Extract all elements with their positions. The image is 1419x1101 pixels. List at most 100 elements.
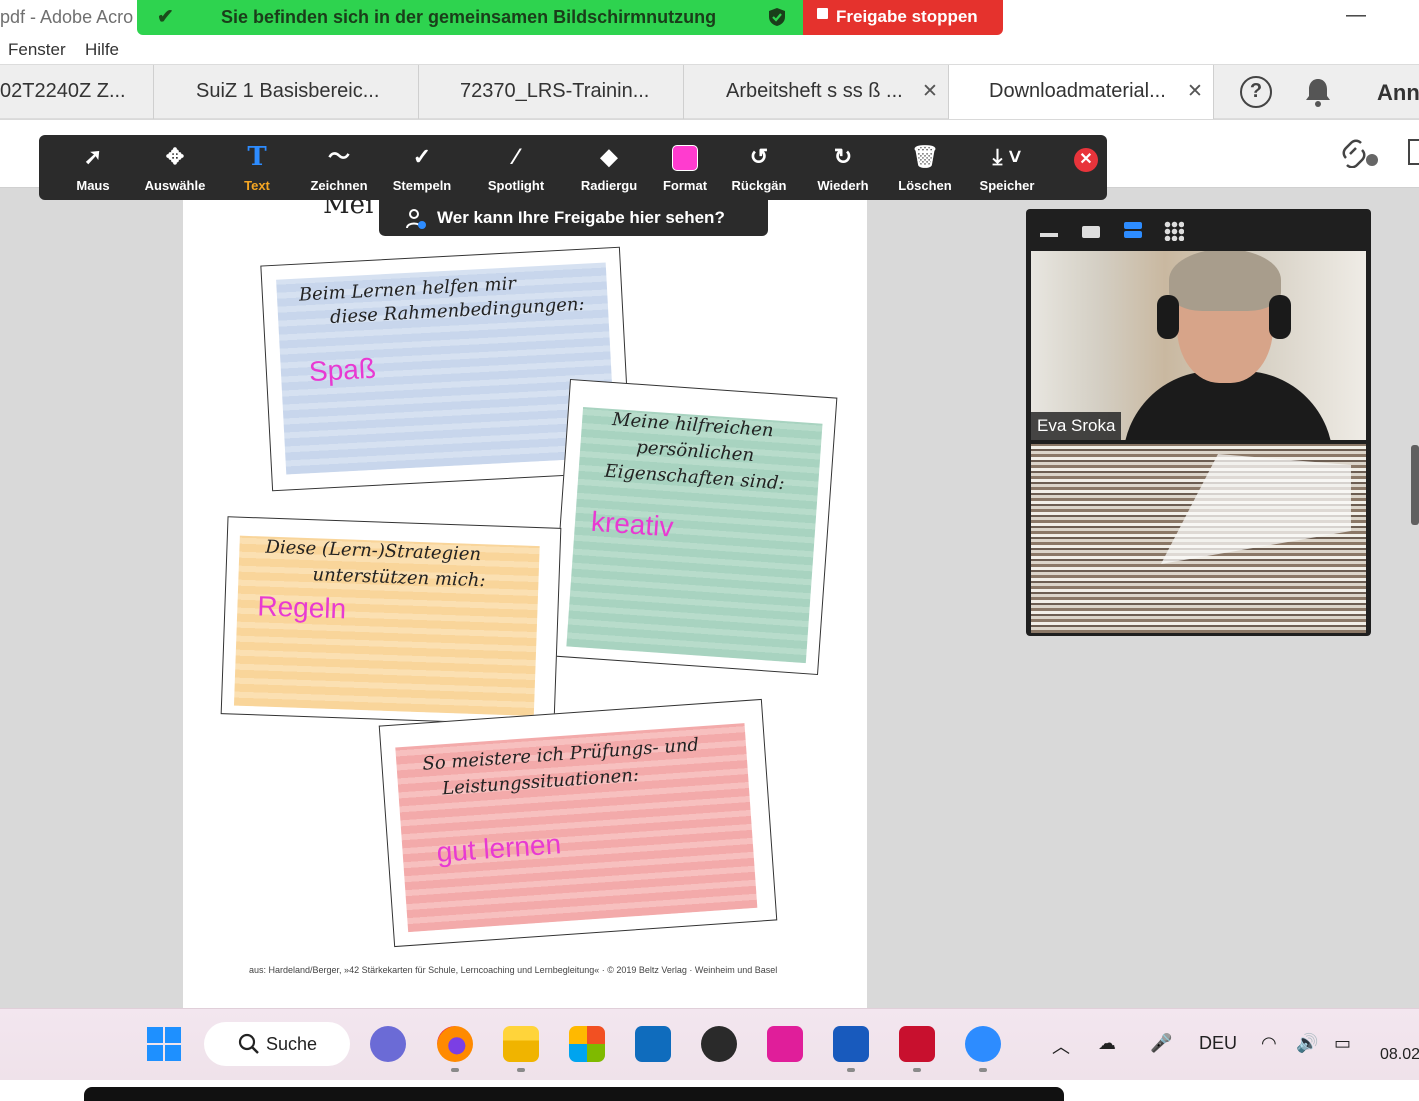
format-icon <box>649 143 721 172</box>
windows-start-icon[interactable] <box>146 1026 182 1062</box>
annotation-toolbar: ➚ Maus ✥ Auswähle T Text 〜 Zeichnen ✓ St… <box>39 135 1107 200</box>
close-annotation-icon[interactable]: ✕ <box>1074 148 1098 172</box>
headset-icon <box>1157 295 1179 339</box>
microphone-icon[interactable]: 🎤 <box>1150 1033 1172 1054</box>
tool-rueckgaengig[interactable]: ↺ Rückgän <box>721 135 797 200</box>
text-icon: T <box>247 142 267 172</box>
tab-close-icon[interactable]: ✕ <box>1187 80 1203 103</box>
card-strategien: Diese (Lern-)Strategien unterstützen mic… <box>220 516 562 726</box>
footer-credit: aus: Hardeland/Berger, »42 Stärkekarten … <box>249 965 778 975</box>
redo-icon: ↻ <box>833 144 853 169</box>
camera-app-icon[interactable] <box>701 1026 737 1062</box>
tool-text[interactable]: T Text <box>217 135 297 200</box>
tool-stempeln[interactable]: ✓ Stempeln <box>381 135 463 200</box>
tab-3[interactable]: Arbeitsheft s ss ß ... ✕ <box>684 65 949 119</box>
search-label: Suche <box>266 1034 318 1054</box>
file-explorer-icon[interactable] <box>503 1026 539 1062</box>
spotlight-icon: ⁄ <box>514 144 518 169</box>
trash-icon: 🗑 <box>911 144 939 169</box>
tab-0[interactable]: 02T2240Z Z... <box>0 65 154 119</box>
mail-icon[interactable] <box>1408 138 1419 166</box>
tool-label: Spotlight <box>487 178 545 193</box>
card-answer[interactable]: kreativ <box>590 506 674 544</box>
shield-check-icon <box>769 8 785 26</box>
card-answer[interactable]: Regeln <box>257 590 347 625</box>
tab-4[interactable]: Downloadmaterial... ✕ <box>949 65 1214 119</box>
tool-zeichnen[interactable]: 〜 Zeichnen <box>297 135 381 200</box>
menu-bar: Fenster Hilfe <box>0 36 1419 64</box>
tool-maus[interactable]: ➚ Maus <box>53 135 133 200</box>
wifi-icon[interactable]: ◠ <box>1261 1033 1277 1054</box>
tool-label: Speicher <box>979 178 1035 193</box>
minimize-button[interactable]: — <box>1346 4 1366 27</box>
taskbar-search[interactable]: Suche <box>204 1022 350 1066</box>
tab-label: SuiZ 1 Basisbereic... <box>196 80 380 102</box>
tab-label: 02T2240Z Z... <box>0 80 126 102</box>
video-glare <box>1161 454 1351 564</box>
battery-icon[interactable]: ▭ <box>1334 1033 1351 1054</box>
tool-format[interactable]: Format <box>649 135 721 200</box>
stop-icon <box>817 8 828 19</box>
language-indicator[interactable]: DEU <box>1199 1033 1237 1054</box>
tool-spotlight[interactable]: ⁄ Spotlight <box>471 135 561 200</box>
onedrive-icon[interactable]: ☁ <box>1098 1033 1116 1054</box>
bell-icon[interactable] <box>1303 76 1333 108</box>
menu-fenster[interactable]: Fenster <box>8 40 66 60</box>
stop-share-label: Freigabe stoppen <box>836 7 978 26</box>
tool-label: Auswähle <box>144 178 206 193</box>
tool-auswaehle[interactable]: ✥ Auswähle <box>133 135 217 200</box>
zoom-icon[interactable] <box>965 1026 1001 1062</box>
card-answer[interactable]: Spaß <box>308 353 377 388</box>
self-video[interactable] <box>1031 444 1366 633</box>
tab-label: Arbeitsheft s ss ß ... <box>726 80 903 102</box>
participant-name-tag: Eva Sroka <box>1031 412 1121 440</box>
mail-app-icon[interactable] <box>635 1026 671 1062</box>
app-title: pdf - Adobe Acro <box>0 7 134 27</box>
check-icon: ✔ <box>157 6 174 28</box>
volume-icon[interactable]: 🔊 <box>1296 1033 1318 1054</box>
card-pruefungssituationen: So meistere ich Prüfungs- und Leistungss… <box>378 698 778 948</box>
eraser-icon: ◆ <box>600 144 618 169</box>
tab-bar: 02T2240Z Z... SuiZ 1 Basisbereic... 7237… <box>0 64 1419 119</box>
menu-hilfe[interactable]: Hilfe <box>85 40 119 60</box>
who-sees-share-button[interactable]: Wer kann Ihre Freigabe hier sehen? <box>379 200 768 236</box>
firefox-icon[interactable] <box>437 1026 473 1062</box>
tool-label: Maus <box>76 178 110 193</box>
video-figure-hair <box>1169 251 1281 311</box>
teams-chat-icon[interactable] <box>370 1026 406 1062</box>
word-icon[interactable] <box>833 1026 869 1062</box>
tool-radiergummi[interactable]: ◆ Radiergu <box>569 135 649 200</box>
bottom-strip <box>0 1080 1419 1101</box>
store-icon[interactable] <box>569 1026 605 1062</box>
help-icon[interactable]: ? <box>1240 76 1272 108</box>
tab-close-icon[interactable]: ✕ <box>922 80 938 103</box>
share-banner-text: Sie befinden sich in der gemeinsamen Bil… <box>221 7 717 27</box>
tool-wiederholen[interactable]: ↻ Wiederh <box>803 135 883 200</box>
tab-1[interactable]: SuiZ 1 Basisbereic... <box>154 65 419 119</box>
gallery-view-icon[interactable] <box>1164 221 1184 241</box>
running-indicator <box>517 1068 525 1072</box>
card-eigenschaften: Meine hilfreichen persönlichen Eigenscha… <box>550 378 838 676</box>
link-icon[interactable] <box>1342 136 1380 168</box>
stack-view-icon[interactable] <box>1124 222 1142 229</box>
tool-label: Löschen <box>898 178 952 193</box>
stop-share-button[interactable]: Freigabe stoppen <box>803 0 1003 35</box>
tab-2[interactable]: 72370_LRS-Trainin... <box>419 65 684 119</box>
acrobat-icon[interactable] <box>899 1026 935 1062</box>
minimize-video-icon[interactable] <box>1040 233 1058 237</box>
tool-label: Rückgän <box>731 178 787 193</box>
slack-icon[interactable] <box>767 1026 803 1062</box>
tool-loeschen[interactable]: 🗑 Löschen <box>885 135 965 200</box>
running-indicator <box>451 1068 459 1072</box>
share-banner: ✔ Sie befinden sich in der gemeinsamen B… <box>137 0 803 35</box>
tool-speichern[interactable]: ⤓ ˅ Speicher <box>967 135 1047 200</box>
tray-expand-icon[interactable]: ︿ <box>1052 1033 1070 1059</box>
video-panel-header <box>1026 209 1371 251</box>
clock-date[interactable]: 08.02 <box>1380 1046 1419 1064</box>
stack-view-icon <box>1124 231 1142 238</box>
user-name[interactable]: Ann <box>1377 80 1419 106</box>
scrollbar-thumb[interactable] <box>1411 445 1419 525</box>
single-view-icon[interactable] <box>1082 226 1100 238</box>
tool-label: Stempeln <box>392 178 452 193</box>
running-indicator <box>913 1068 921 1072</box>
